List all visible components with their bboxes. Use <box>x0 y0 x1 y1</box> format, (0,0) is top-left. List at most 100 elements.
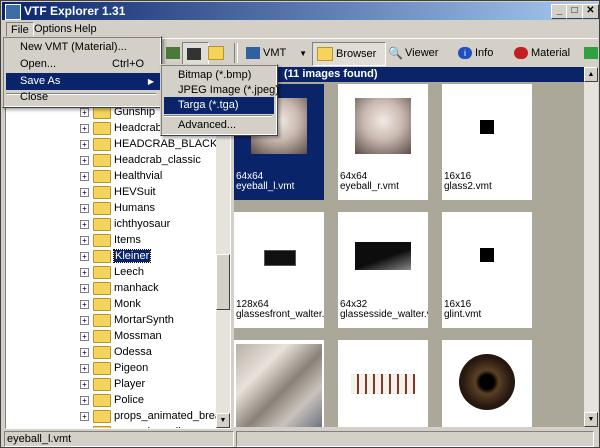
maximize-button[interactable]: □ <box>566 4 583 19</box>
expand-icon[interactable]: + <box>80 299 89 309</box>
menu-item-targa[interactable]: Targa (*.tga) <box>164 97 274 114</box>
expand-icon[interactable]: + <box>80 267 89 277</box>
tree-item[interactable]: + HEVSuit <box>80 184 156 200</box>
image-cell[interactable]: 64x32glassesside_walter.vmt <box>338 212 428 328</box>
tree-item[interactable]: + Police <box>80 392 144 408</box>
tree-item[interactable]: + Player <box>80 376 145 392</box>
expand-icon[interactable]: + <box>80 315 89 325</box>
folder-icon <box>93 233 111 247</box>
tree-item[interactable]: + MortarSynth <box>80 312 174 328</box>
image-cell[interactable] <box>442 340 532 427</box>
info-button[interactable]: i Info <box>454 42 497 64</box>
tree-item-label: Healthvial <box>114 170 163 182</box>
tree-item[interactable]: + props_animated_breakab <box>80 408 230 424</box>
image-cell[interactable]: 16x16 glint.vmt <box>442 212 532 328</box>
viewer-button[interactable]: 🔍 Viewer <box>384 42 442 64</box>
tree-item[interactable]: + manhack <box>80 280 159 296</box>
folder-icon <box>93 217 111 231</box>
browser-button[interactable]: Browser <box>312 42 386 66</box>
tree-item-label: Mossman <box>114 330 162 342</box>
browser-scrollbar[interactable]: ▲ ▼ <box>584 67 598 427</box>
folder-icon <box>93 281 111 295</box>
menu-item-new-vmt[interactable]: New VMT (Material)... <box>6 39 160 56</box>
tree-item[interactable]: + Items <box>80 232 141 248</box>
expand-icon[interactable]: + <box>80 283 89 293</box>
tree-item[interactable]: + Humans <box>80 200 155 216</box>
toolbar-open-button[interactable] <box>204 42 231 64</box>
image-count: (11 images found) <box>284 68 378 80</box>
tree-item[interactable]: + Monk <box>80 296 141 312</box>
expand-icon[interactable]: + <box>80 123 89 133</box>
toolbar-separator <box>234 43 238 63</box>
close-button[interactable]: ✕ <box>582 4 599 19</box>
tree-item[interactable]: + ichthyosaur <box>80 216 170 232</box>
tree-item[interactable]: + Pigeon <box>80 360 148 376</box>
image-thumbnail <box>351 374 415 394</box>
expand-icon[interactable]: + <box>80 395 89 405</box>
image-cell[interactable]: 16x16 glass2.vmt <box>442 84 532 200</box>
folder-icon <box>93 153 111 167</box>
expand-icon[interactable]: + <box>80 235 89 245</box>
tree-item[interactable]: + Odessa <box>80 344 152 360</box>
status-text: eyeball_l.vmt <box>4 431 234 447</box>
tree-item[interactable]: + Headcrab <box>80 120 162 136</box>
expand-icon[interactable]: + <box>80 139 89 149</box>
tree-item-label: Player <box>114 378 146 390</box>
folder-icon <box>93 185 111 199</box>
expand-icon[interactable]: + <box>80 219 89 229</box>
toolbar-extra-button[interactable] <box>580 42 599 64</box>
material-button[interactable]: Material <box>510 42 574 64</box>
title-bar: VTF Explorer 1.31 _ □ ✕ <box>2 2 599 20</box>
image-info: 64x32glassesside_walter.vmt <box>340 300 428 320</box>
dropdown-arrow-icon: ▼ <box>299 49 308 58</box>
image-thumbnail <box>480 120 494 134</box>
folder-icon <box>93 329 111 343</box>
expand-icon[interactable]: + <box>80 187 89 197</box>
image-cell[interactable]: 64x64 eyeball_r.vmt <box>338 84 428 200</box>
menu-item-save-as[interactable]: Save As ▶ <box>6 73 160 90</box>
tree-item[interactable]: + Kleiner <box>80 248 152 264</box>
tree-item-label: MortarSynth <box>114 314 174 326</box>
scroll-down-button[interactable]: ▼ <box>584 412 598 427</box>
expand-icon[interactable]: + <box>80 155 89 165</box>
scroll-down-button[interactable]: ▼ <box>216 413 230 428</box>
expand-icon[interactable]: + <box>80 251 89 261</box>
material-icon <box>514 47 528 60</box>
menu-item-close[interactable]: Close <box>6 89 160 106</box>
menu-help[interactable]: Help <box>70 22 101 36</box>
vmt-label: VMT <box>263 47 287 59</box>
expand-icon[interactable]: + <box>80 411 89 421</box>
vmt-icon <box>246 47 260 60</box>
expand-icon[interactable]: + <box>80 203 89 213</box>
expand-icon[interactable]: + <box>80 331 89 341</box>
tree-item-label: Police <box>114 394 144 406</box>
tree-item[interactable]: + Mossman <box>80 328 162 344</box>
viewer-label: Viewer <box>405 47 439 59</box>
expand-icon[interactable]: + <box>80 107 89 117</box>
tree-item[interactable]: + Leech <box>80 264 144 280</box>
image-thumbnail <box>459 354 515 410</box>
tree-item[interactable]: + Healthvial <box>80 168 162 184</box>
window-title: VTF Explorer 1.31 <box>24 4 126 18</box>
menu-item-open[interactable]: Open... Ctrl+O <box>6 56 160 73</box>
expand-icon[interactable]: + <box>80 363 89 373</box>
toolbar-icon <box>187 48 201 61</box>
close-icon: ✕ <box>586 5 595 16</box>
scroll-thumb[interactable] <box>216 254 230 310</box>
tree-item[interactable]: + HEADCRAB_BLACK <box>80 136 217 152</box>
scroll-up-button[interactable]: ▲ <box>584 67 598 82</box>
browser-icon <box>317 47 333 62</box>
menu-item-advanced[interactable]: Advanced... <box>164 117 274 134</box>
toolbar-icon <box>166 47 180 60</box>
vmt-button[interactable]: VMT ▼ <box>242 42 311 64</box>
folder-icon <box>93 137 111 151</box>
folder-icon <box>93 345 111 359</box>
expand-icon[interactable]: + <box>80 347 89 357</box>
tree-item[interactable]: + Headcrab_classic <box>80 152 201 168</box>
expand-icon[interactable]: + <box>80 379 89 389</box>
image-cell[interactable] <box>234 340 324 427</box>
image-cell[interactable] <box>338 340 428 427</box>
image-cell[interactable]: 128x64 glassesfront_walter.... <box>234 212 324 328</box>
expand-icon[interactable]: + <box>80 171 89 181</box>
image-thumbnail <box>264 250 296 266</box>
